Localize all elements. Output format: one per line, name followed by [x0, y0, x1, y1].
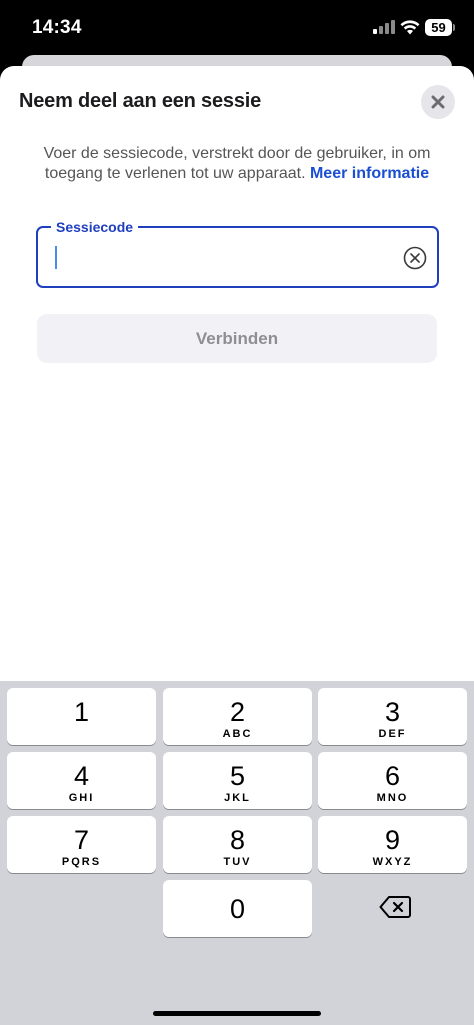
key-digit: 9: [384, 825, 401, 855]
clear-input-icon[interactable]: [403, 246, 427, 270]
key-9[interactable]: 9 WXYZ: [318, 816, 467, 873]
key-5[interactable]: 5 JKL: [163, 752, 312, 809]
key-7[interactable]: 7 PQRS: [7, 816, 156, 873]
key-letters: JKL: [224, 792, 251, 804]
more-info-link[interactable]: Meer informatie: [310, 165, 429, 182]
key-digit: 3: [384, 697, 401, 727]
key-digit: 7: [73, 825, 90, 855]
key-2[interactable]: 2 ABC: [163, 688, 312, 745]
key-letters: TUV: [223, 856, 252, 868]
close-icon: [431, 95, 445, 109]
close-button[interactable]: [421, 85, 455, 119]
key-0[interactable]: 0: [163, 880, 312, 937]
key-digit: 4: [73, 761, 90, 791]
key-letters: ABC: [222, 728, 253, 740]
text-caret: [55, 246, 57, 269]
sheet-description: Voer de sessiecode, verstrekt door de ge…: [30, 144, 444, 184]
connect-button[interactable]: Verbinden: [37, 314, 437, 363]
key-digit: 2: [229, 697, 246, 727]
session-code-input[interactable]: [52, 240, 392, 274]
backspace-icon[interactable]: [379, 895, 411, 919]
key-1[interactable]: 1: [7, 688, 156, 745]
key-letters: GHI: [68, 792, 95, 804]
session-code-field[interactable]: Sessiecode: [36, 218, 439, 288]
key-digit: 6: [384, 761, 401, 791]
battery-indicator: 59: [425, 19, 452, 36]
key-digit: 5: [229, 761, 246, 791]
key-letters: DEF: [378, 728, 407, 740]
key-letters: WXYZ: [372, 856, 413, 868]
key-letters: PQRS: [61, 856, 102, 868]
key-digit: 8: [229, 825, 246, 855]
key-6[interactable]: 6 MNO: [318, 752, 467, 809]
status-time: 14:34: [32, 17, 82, 38]
key-3[interactable]: 3 DEF: [318, 688, 467, 745]
status-bar: 14:34 59: [0, 0, 474, 58]
sheet-title: Neem deel aan een sessie: [19, 90, 262, 112]
key-digit: 0: [229, 894, 246, 924]
signal-icon: [373, 20, 395, 34]
wifi-icon: [400, 20, 420, 35]
key-digit: 1: [73, 697, 90, 727]
key-8[interactable]: 8 TUV: [163, 816, 312, 873]
key-letters: MNO: [376, 792, 409, 804]
key-4[interactable]: 4 GHI: [7, 752, 156, 809]
battery-tip: [453, 24, 455, 31]
session-code-label: Sessiecode: [51, 218, 139, 236]
numeric-keypad: 1 2 ABC 3 DEF 4 GHI 5 JKL 6 MNO 7 PQRS 8…: [0, 681, 474, 1025]
home-indicator: [153, 1011, 321, 1016]
